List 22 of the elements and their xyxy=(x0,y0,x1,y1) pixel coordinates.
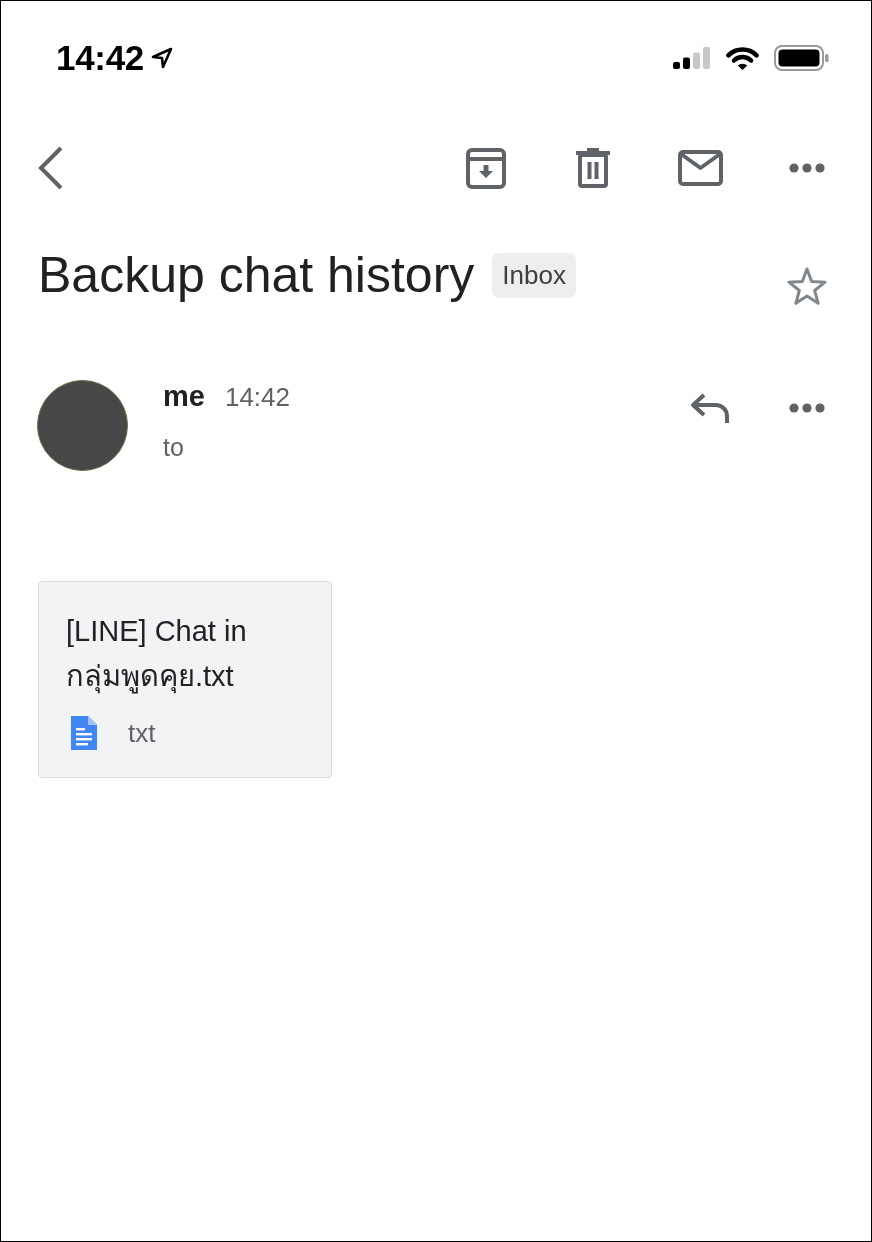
recipients-label: to xyxy=(163,432,184,463)
sent-time: 14:42 xyxy=(224,381,290,413)
label-chip: Inbox xyxy=(492,253,576,298)
star-icon[interactable] xyxy=(786,267,828,307)
signal-icon xyxy=(673,46,711,69)
more-icon[interactable] xyxy=(789,402,825,413)
archive-icon[interactable] xyxy=(466,147,506,189)
email-subject: Backup chat history xyxy=(38,248,475,302)
status-time: 14:42 xyxy=(56,37,145,78)
reply-icon[interactable] xyxy=(689,392,730,423)
attachment-name: [LINE] Chat in กลุ่มพูดคุย.txt xyxy=(66,614,248,696)
attachment-type: txt xyxy=(128,717,156,750)
battery-icon xyxy=(774,44,829,71)
attachment-card[interactable]: [LINE] Chat in กลุ่มพูดคุย.txt txt xyxy=(38,581,332,778)
more-icon[interactable] xyxy=(789,163,825,173)
mail-icon[interactable] xyxy=(678,150,723,186)
location-arrow-icon xyxy=(151,46,174,69)
document-icon xyxy=(71,716,97,750)
wifi-icon xyxy=(725,44,760,71)
trash-icon[interactable] xyxy=(576,148,610,188)
sender-name: me xyxy=(163,380,205,412)
back-icon[interactable] xyxy=(38,146,64,190)
